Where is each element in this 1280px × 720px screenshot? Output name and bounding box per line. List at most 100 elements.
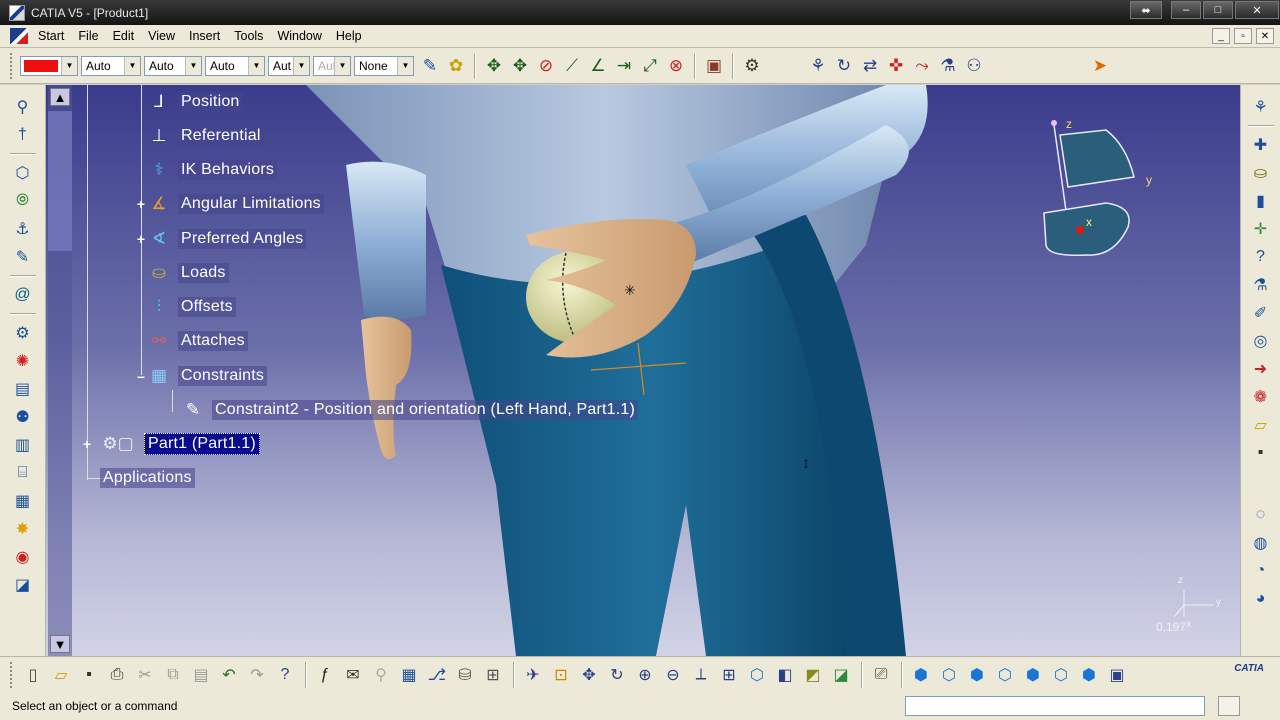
tree-node-constraint2[interactable]: ✎ Constraint2 - Position and orientation… xyxy=(180,397,639,423)
menu-edit[interactable]: Edit xyxy=(109,29,145,43)
zoom-in-icon[interactable]: ⊕ xyxy=(632,662,658,688)
undo-icon[interactable]: ↶ xyxy=(216,662,242,688)
close-button[interactable]: ✕ xyxy=(1235,1,1279,19)
edit-note-icon[interactable]: ✐ xyxy=(1249,301,1273,325)
star-icon[interactable]: ✸ xyxy=(11,517,35,541)
swap-visible-icon[interactable]: ◪ xyxy=(828,662,854,688)
person-arrow-icon[interactable]: ⚗ xyxy=(1249,273,1273,297)
maximize-button[interactable]: □ xyxy=(1203,1,1233,19)
status-end-button[interactable] xyxy=(1218,696,1240,716)
normal-view-icon[interactable]: ⟂ xyxy=(688,662,714,688)
view-front-icon[interactable]: ⬢ xyxy=(908,662,934,688)
manikin-posture-icon[interactable]: ⚘ xyxy=(805,53,831,79)
menu-window[interactable]: Window xyxy=(273,29,331,43)
capture-icon[interactable]: ⎚ xyxy=(868,662,894,688)
pan-icon[interactable]: ✥ xyxy=(576,662,602,688)
zoom-out-icon[interactable]: ⊖ xyxy=(660,662,686,688)
named-views-icon[interactable]: ▣ xyxy=(1104,662,1130,688)
iso-view-icon[interactable]: ⬡ xyxy=(744,662,770,688)
posture-icon[interactable]: ⚉ xyxy=(11,405,35,429)
paste-icon[interactable]: ▤ xyxy=(188,662,214,688)
reach-icon[interactable]: ⊘ xyxy=(533,53,559,79)
scroll-up-button[interactable]: ▲ xyxy=(50,88,70,106)
new-manikin-icon[interactable]: † xyxy=(11,123,35,147)
vision-icon[interactable]: ◎ xyxy=(1249,329,1273,353)
knowledge-icon[interactable]: ⚲ xyxy=(368,662,394,688)
view-eye3-icon[interactable]: ◔ xyxy=(1249,559,1273,583)
open-folder-icon[interactable]: ▱ xyxy=(1249,413,1273,437)
new-file-icon[interactable]: ▯ xyxy=(20,662,46,688)
color-combo[interactable]: ▼ xyxy=(20,55,78,76)
save-icon[interactable]: ▪ xyxy=(76,662,102,688)
manikin-edit-icon[interactable]: ⤳ xyxy=(909,53,935,79)
tree-node-loads[interactable]: ⛀ Loads xyxy=(146,260,229,286)
plus-icon[interactable]: ✛ xyxy=(1249,217,1273,241)
painter-icon[interactable]: ✎ xyxy=(417,53,443,79)
shading-icon[interactable]: ◧ xyxy=(772,662,798,688)
tree-node-ik-behaviors[interactable]: ⚕ IK Behaviors xyxy=(146,157,278,183)
graph-icon[interactable]: ⎇ xyxy=(424,662,450,688)
minimize-button[interactable]: – xyxy=(1171,1,1201,19)
command-input[interactable] xyxy=(905,696,1205,716)
doc-close-button[interactable]: ✕ xyxy=(1256,28,1274,44)
layer-combo[interactable]: Auto ▼ xyxy=(205,55,265,76)
select-arrow-icon[interactable]: ➤ xyxy=(1087,53,1113,79)
add-manikin-icon[interactable]: ✚ xyxy=(1249,133,1273,157)
linetype-combo[interactable]: Auto ▼ xyxy=(81,55,141,76)
move-compass-icon[interactable]: ✥ xyxy=(481,53,507,79)
hide-show-icon[interactable]: ◩ xyxy=(800,662,826,688)
thickness-combo[interactable]: Auto ▼ xyxy=(144,55,202,76)
angle-icon[interactable]: ∠ xyxy=(585,53,611,79)
menu-start[interactable]: Start xyxy=(34,29,74,43)
auto-combo-4[interactable]: Aut ▼ xyxy=(268,55,310,76)
tree-node-applications[interactable]: Applications xyxy=(100,465,195,491)
snap-icon[interactable]: ✥ xyxy=(507,53,533,79)
formula-icon[interactable]: ƒ xyxy=(312,662,338,688)
manikin-reach-icon[interactable]: ✜ xyxy=(883,53,909,79)
tree-node-position[interactable]: ⅃ Position xyxy=(146,89,243,115)
tree-node-constraints[interactable]: ▦ Constraints xyxy=(146,363,268,389)
menu-tools[interactable]: Tools xyxy=(230,29,273,43)
view-eye4-icon[interactable]: ◕ xyxy=(1249,587,1273,611)
view-left-icon[interactable]: ⬢ xyxy=(964,662,990,688)
table-icon[interactable]: ▦ xyxy=(396,662,422,688)
line-icon[interactable]: ⟋ xyxy=(559,53,585,79)
redo-icon[interactable]: ↷ xyxy=(244,662,270,688)
tree-node-attaches[interactable]: ⚯ Attaches xyxy=(146,328,248,354)
tree-node-part1[interactable]: ⚙▢ Part1 (Part1.1) xyxy=(98,431,260,457)
gear-move-icon[interactable]: ⚙ xyxy=(11,321,35,345)
film-strip-icon[interactable]: ▦ xyxy=(11,489,35,513)
ruler-icon[interactable]: ▮ xyxy=(1249,189,1273,213)
move-window-button[interactable]: ⬌ xyxy=(1130,1,1162,19)
doc-minimize-button[interactable]: _ xyxy=(1212,28,1230,44)
view-eye-icon[interactable]: ◌ xyxy=(1249,503,1273,527)
film-icon[interactable]: ▤ xyxy=(11,377,35,401)
manikin-rotate-icon[interactable]: ↻ xyxy=(831,53,857,79)
color-wheel-icon[interactable]: ✺ xyxy=(11,349,35,373)
toolbar-grip[interactable] xyxy=(10,52,14,79)
manikin-walk-icon[interactable]: ⚘ xyxy=(1249,95,1273,119)
menu-view[interactable]: View xyxy=(144,29,185,43)
question-icon[interactable]: ? xyxy=(1249,245,1273,269)
view-eye2-icon[interactable]: ◍ xyxy=(1249,531,1273,555)
view-right-icon[interactable]: ⬡ xyxy=(992,662,1018,688)
anchor-icon[interactable]: ⚓ xyxy=(11,217,35,241)
view-bottom-icon[interactable]: ⬡ xyxy=(1048,662,1074,688)
tree-node-offsets[interactable]: ⫶ Offsets xyxy=(146,294,236,320)
weight-icon[interactable]: ⛀ xyxy=(1249,161,1273,185)
palette-icon[interactable]: ❁ xyxy=(1249,385,1273,409)
open-folder-icon[interactable]: ▱ xyxy=(48,662,74,688)
whats-this-icon[interactable]: ? xyxy=(272,662,298,688)
tree-node-referential[interactable]: ⊥ Referential xyxy=(146,123,264,149)
comment-icon[interactable]: ✉ xyxy=(340,662,366,688)
stairs-icon[interactable]: ⌸ xyxy=(11,461,35,485)
distance-icon[interactable]: ⇥ xyxy=(611,53,637,79)
doc-restore-button[interactable]: ▫ xyxy=(1234,28,1252,44)
toolbar-grip[interactable] xyxy=(10,661,14,688)
catia-menu-icon[interactable] xyxy=(10,28,28,44)
view-top-icon[interactable]: ⬢ xyxy=(1020,662,1046,688)
ik-mode-icon[interactable]: ⤢ xyxy=(637,53,663,79)
manikin-inverse-icon[interactable]: ⚗ xyxy=(935,53,961,79)
tree-node-preferred-angles[interactable]: ∢ Preferred Angles xyxy=(146,226,307,252)
settings-icon[interactable]: ⚙ xyxy=(739,53,765,79)
